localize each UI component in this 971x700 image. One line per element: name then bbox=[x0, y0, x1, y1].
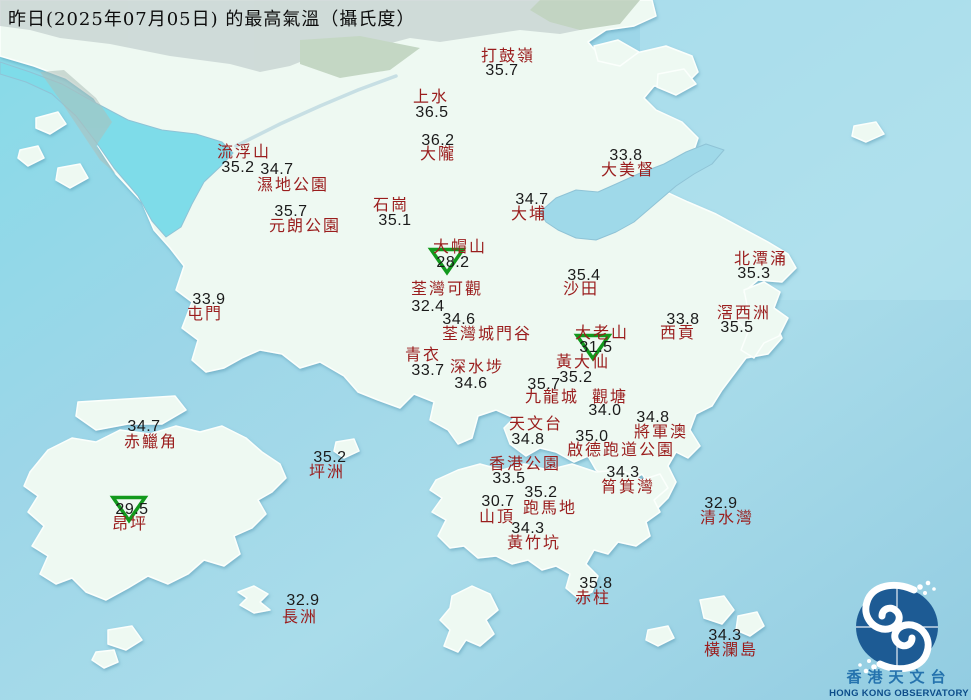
station-name-label: 黃竹坑 bbox=[506, 533, 562, 552]
station-name-label: 長洲 bbox=[281, 607, 319, 626]
station-name-label: 昂坪 bbox=[111, 514, 149, 533]
station-value-label: 35.7 bbox=[274, 203, 308, 220]
station-name-label: 石崗 bbox=[372, 195, 410, 214]
station-value-label: 35.5 bbox=[720, 319, 754, 336]
station-value-label: 34.3 bbox=[708, 627, 742, 644]
station-value-label: 35.0 bbox=[575, 428, 609, 445]
station-value-label: 30.7 bbox=[481, 493, 515, 510]
station-value-label: 36.2 bbox=[421, 132, 455, 149]
station-value-label: 34.3 bbox=[606, 464, 640, 481]
hko-logo-english-name: HONG KONG OBSERVATORY bbox=[829, 688, 969, 699]
station-value-label: 35.1 bbox=[378, 212, 412, 229]
station-name-label: 荃灣城門谷 bbox=[441, 324, 533, 343]
station-name-label: 荃灣可觀 bbox=[410, 279, 484, 298]
station-name-label: 將軍澳 bbox=[633, 422, 689, 441]
station-value-label: 34.3 bbox=[511, 520, 545, 537]
station-value-label: 33.9 bbox=[192, 291, 226, 308]
station-value-label: 34.0 bbox=[588, 402, 622, 419]
weather-map-page: 香港天文台 HONG KONG OBSERVATORY 昨日(2025年07月0… bbox=[0, 0, 971, 700]
station-value-label: 32.9 bbox=[704, 495, 738, 512]
station-value-label: 33.7 bbox=[411, 362, 445, 379]
station-name-label: 元朗公園 bbox=[268, 216, 342, 235]
station-value-label: 35.2 bbox=[524, 484, 558, 501]
station-value-label: 35.4 bbox=[567, 267, 601, 284]
station-value-label: 35.8 bbox=[579, 575, 613, 592]
station-name-label: 大美督 bbox=[600, 160, 656, 179]
station-value-label: 33.8 bbox=[666, 311, 700, 328]
station-value-label: 35.3 bbox=[737, 265, 771, 282]
station-value-label: 35.2 bbox=[221, 159, 255, 176]
station-value-label: 34.7 bbox=[515, 191, 549, 208]
station-name-label: 大帽山 bbox=[432, 237, 488, 256]
station-value-label: 32.9 bbox=[286, 592, 320, 609]
station-name-label: 山頂 bbox=[478, 507, 516, 526]
page-title: 昨日(2025年07月05日) 的最高氣溫（攝氏度） bbox=[8, 9, 416, 30]
station-name-label: 橫瀾島 bbox=[703, 640, 759, 659]
station-value-label: 34.8 bbox=[511, 431, 545, 448]
station-value-label: 34.7 bbox=[127, 418, 161, 435]
station-name-label: 流浮山 bbox=[216, 142, 272, 161]
station-value-label: 33.8 bbox=[609, 147, 643, 164]
station-value-label: 33.5 bbox=[492, 470, 526, 487]
station-name-label: 濕地公園 bbox=[256, 175, 330, 194]
station-value-label: 34.6 bbox=[454, 375, 488, 392]
station-name-label: 赤鱲角 bbox=[123, 432, 179, 451]
station-name-label: 黃大仙 bbox=[555, 352, 611, 371]
hong-kong-map: 香港天文台 HONG KONG OBSERVATORY bbox=[0, 0, 971, 700]
station-name-label: 筲箕灣 bbox=[600, 477, 656, 496]
station-value-label: 34.7 bbox=[260, 161, 294, 178]
station-value-label: 29.5 bbox=[115, 501, 149, 518]
station-name-label: 清水灣 bbox=[699, 508, 755, 527]
station-value-label: 36.5 bbox=[415, 104, 449, 121]
station-name-label: 深水埗 bbox=[449, 357, 505, 376]
station-name-label: 屯門 bbox=[186, 304, 224, 323]
station-value-label: 35.2 bbox=[559, 369, 593, 386]
station-value-label: 35.2 bbox=[313, 449, 347, 466]
station-name-label: 天文台 bbox=[508, 414, 564, 433]
station-value-label: 34.8 bbox=[636, 409, 670, 426]
station-name-label: 赤柱 bbox=[574, 588, 612, 607]
station-value-label: 35.7 bbox=[527, 376, 561, 393]
station-name-label: 坪洲 bbox=[308, 462, 346, 481]
station-name-label: 大埔 bbox=[510, 204, 548, 223]
hko-logo-chinese-name: 香港天文台 bbox=[846, 668, 951, 686]
station-value-label: 34.6 bbox=[442, 311, 476, 328]
station-value-label: 32.4 bbox=[411, 298, 445, 315]
station-value-label: 28.2 bbox=[436, 254, 470, 271]
station-name-label: 跑馬地 bbox=[522, 498, 578, 517]
station-name-label: 青衣 bbox=[404, 345, 442, 364]
station-value-label: 35.7 bbox=[485, 62, 519, 79]
station-name-label: 上水 bbox=[412, 87, 450, 106]
